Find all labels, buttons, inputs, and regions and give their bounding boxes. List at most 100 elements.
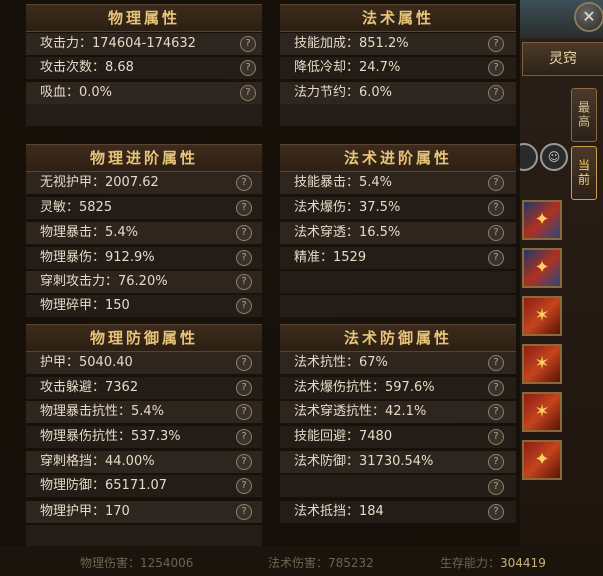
stat-row: 物理暴击：5.4%? xyxy=(26,222,262,244)
help-icon[interactable]: ? xyxy=(488,479,504,495)
stat-label: 降低冷却：24.7% xyxy=(294,60,401,75)
help-icon[interactable]: ? xyxy=(240,36,256,52)
stat-row: 攻击次数：8.68? xyxy=(26,57,262,79)
section-title-physical-adv: 物理进阶属性 xyxy=(26,144,262,172)
stat-label: 攻击躲避：7362 xyxy=(40,380,139,395)
section-title-magic: 法术属性 xyxy=(280,4,516,32)
stat-label: 无视护甲：2007.62 xyxy=(40,175,159,190)
stat-row: 法术爆伤抗性：597.6%? xyxy=(280,377,516,399)
stat-row: 物理暴伤抗性：537.3%? xyxy=(26,426,262,448)
skill-icon: ✶ xyxy=(534,353,550,374)
stat-row: 法术穿透抗性：42.1%? xyxy=(280,401,516,423)
stat-label: 物理暴伤：912.9% xyxy=(40,250,155,265)
help-icon[interactable]: ? xyxy=(236,355,252,371)
empty-row xyxy=(280,295,516,317)
stat-label: 护甲：5040.40 xyxy=(40,355,133,370)
help-icon[interactable]: ? xyxy=(488,429,504,445)
face-icon[interactable]: ☺ xyxy=(540,143,568,171)
stat-label: 攻击次数：8.68 xyxy=(40,60,134,75)
skill-icon: ✶ xyxy=(534,305,550,326)
help-icon[interactable]: ? xyxy=(236,504,252,520)
empty-row xyxy=(280,475,516,497)
help-icon[interactable]: ? xyxy=(488,200,504,216)
stat-label: 物理碎甲：150 xyxy=(40,298,130,313)
stat-row: 物理防御：65171.07? xyxy=(26,475,262,497)
help-icon[interactable]: ? xyxy=(236,429,252,445)
help-icon[interactable]: ? xyxy=(488,85,504,101)
help-icon[interactable]: ? xyxy=(488,225,504,241)
physical-damage-stat: 物理伤害：1254006 xyxy=(80,556,194,570)
stat-label: 穿刺格挡：44.00% xyxy=(40,454,155,469)
stat-row: 精准：1529? xyxy=(280,247,516,269)
help-icon[interactable]: ? xyxy=(236,298,252,314)
current-button[interactable]: 当前 xyxy=(571,146,597,200)
help-icon[interactable]: ? xyxy=(488,60,504,76)
help-icon[interactable]: ? xyxy=(236,380,252,396)
help-icon[interactable]: ? xyxy=(488,36,504,52)
help-icon[interactable]: ? xyxy=(488,250,504,266)
skill-slot-6[interactable]: ✦ xyxy=(522,440,562,480)
stat-label: 法术爆伤抗性：597.6% xyxy=(294,380,435,395)
help-icon[interactable]: ? xyxy=(236,478,252,494)
stat-row: 法力节约：6.0%? xyxy=(280,82,516,104)
highest-button[interactable]: 最高 xyxy=(571,88,597,142)
close-icon[interactable]: ✕ xyxy=(574,2,603,32)
stat-label: 物理防御：65171.07 xyxy=(40,478,168,493)
help-icon[interactable]: ? xyxy=(236,175,252,191)
stat-row: 技能回避：7480? xyxy=(280,426,516,448)
stat-row: 物理暴击抗性：5.4%? xyxy=(26,401,262,423)
stat-label: 法术抗性：67% xyxy=(294,355,388,370)
help-icon[interactable]: ? xyxy=(488,404,504,420)
section-title-magic-adv: 法术进阶属性 xyxy=(280,144,516,172)
skill-slot-2[interactable]: ✦ xyxy=(522,248,562,288)
help-icon[interactable]: ? xyxy=(488,355,504,371)
section-title-physical-def: 物理防御属性 xyxy=(26,324,262,352)
help-icon[interactable]: ? xyxy=(236,454,252,470)
help-icon[interactable]: ? xyxy=(488,454,504,470)
stat-row: 灵敏：5825? xyxy=(26,197,262,219)
help-icon[interactable]: ? xyxy=(240,60,256,76)
help-icon[interactable]: ? xyxy=(488,175,504,191)
help-icon[interactable]: ? xyxy=(240,85,256,101)
help-icon[interactable]: ? xyxy=(488,504,504,520)
stat-label: 物理暴伤抗性：537.3% xyxy=(40,429,181,444)
stat-row: 法术抵挡：184? xyxy=(280,501,516,523)
stat-row: 穿刺攻击力：76.20%? xyxy=(26,271,262,293)
skill-slot-4[interactable]: ✶ xyxy=(522,344,562,384)
footer-bar: 物理伤害：1254006 法术伤害：785232 生存能力：304419 xyxy=(0,546,603,576)
skill-slot-1[interactable]: ✦ xyxy=(522,200,562,240)
help-icon[interactable]: ? xyxy=(236,274,252,290)
stat-label: 精准：1529 xyxy=(294,250,367,265)
stat-row: 物理碎甲：150? xyxy=(26,295,262,317)
help-icon[interactable]: ? xyxy=(236,250,252,266)
stat-row: 法术抗性：67%? xyxy=(280,352,516,374)
help-icon[interactable]: ? xyxy=(236,200,252,216)
survival-stat: 生存能力：304419 xyxy=(440,554,546,571)
help-icon[interactable]: ? xyxy=(236,404,252,420)
stat-row: 物理护甲：170? xyxy=(26,501,262,523)
stat-label: 法术穿透：16.5% xyxy=(294,225,401,240)
stat-row: 技能暴击：5.4%? xyxy=(280,172,516,194)
stat-label: 物理暴击：5.4% xyxy=(40,225,139,240)
empty-row xyxy=(280,271,516,293)
survival-stat-label: 生存能力： xyxy=(440,556,501,570)
stat-label: 法术防御：31730.54% xyxy=(294,454,434,469)
stat-row: 无视护甲：2007.62? xyxy=(26,172,262,194)
empty-row xyxy=(26,525,262,547)
stat-row: 法术防御：31730.54%? xyxy=(280,451,516,473)
stat-row: 护甲：5040.40? xyxy=(26,352,262,374)
stat-row: 物理暴伤：912.9%? xyxy=(26,247,262,269)
stat-row: 法术爆伤：37.5%? xyxy=(280,197,516,219)
stat-label: 技能回避：7480 xyxy=(294,429,393,444)
side-panel-background xyxy=(520,0,603,576)
skill-slot-3[interactable]: ✶ xyxy=(522,296,562,336)
skill-slot-5[interactable]: ✶ xyxy=(522,392,562,432)
help-icon[interactable]: ? xyxy=(488,380,504,396)
stat-row: 降低冷却：24.7%? xyxy=(280,57,516,79)
tab-lingqiao[interactable]: 灵窍 xyxy=(522,42,603,76)
stat-label: 法术抵挡：184 xyxy=(294,504,384,519)
help-icon[interactable]: ? xyxy=(236,225,252,241)
stat-label: 攻击力：174604-174632 xyxy=(40,36,196,51)
magic-damage-stat: 法术伤害：785232 xyxy=(268,556,374,570)
skill-icon: ✦ xyxy=(534,209,550,230)
